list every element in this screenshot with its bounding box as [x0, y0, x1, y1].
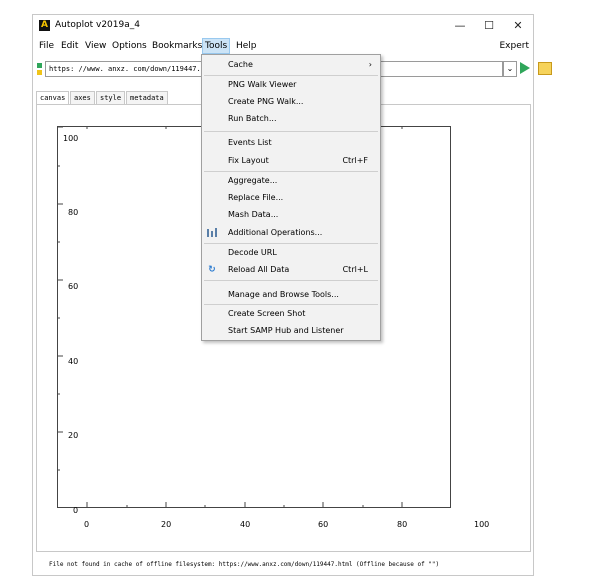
shortcut-label: Ctrl+F	[342, 156, 368, 165]
data-source-icon	[37, 63, 42, 75]
menu-item-label: Manage and Browse Tools...	[228, 290, 339, 299]
menu-item-label: Create PNG Walk...	[228, 97, 304, 106]
y-tick-label: 60	[68, 282, 79, 291]
menu-item-decode-url[interactable]: Decode URL	[202, 245, 380, 261]
menu-bar: File Edit View Options Bookmarks Tools H…	[33, 38, 533, 54]
menu-item-label: Aggregate...	[228, 176, 278, 185]
x-tick-label: 80	[397, 520, 408, 529]
title-bar: A Autoplot v2019a_4 — ☐ ✕	[33, 15, 533, 37]
y-tick-label: 40	[68, 357, 79, 366]
menu-item-additional-operations[interactable]: Additional Operations...	[202, 225, 380, 241]
menu-item-label: Cache	[228, 60, 253, 69]
menu-item-cache[interactable]: Cache ›	[202, 57, 380, 73]
url-history-dropdown[interactable]: ⌄	[503, 61, 517, 77]
status-bar: File not found in cache of offline files…	[49, 561, 440, 568]
y-tick-label: 20	[68, 431, 79, 440]
folder-open-icon[interactable]	[538, 62, 552, 75]
menu-item-manage-browse-tools[interactable]: Manage and Browse Tools...	[202, 287, 380, 303]
y-tick-label: 80	[68, 208, 79, 217]
menu-separator	[204, 280, 378, 281]
menu-item-label: Events List	[228, 138, 272, 147]
menu-bookmarks[interactable]: Bookmarks	[150, 39, 204, 53]
menu-item-run-batch[interactable]: Run Batch...	[202, 111, 380, 127]
maximize-button[interactable]: ☐	[480, 18, 498, 34]
x-tick-label: 40	[240, 520, 251, 529]
menu-item-create-screen-shot[interactable]: Create Screen Shot	[202, 306, 380, 322]
menu-file[interactable]: File	[37, 39, 56, 53]
submenu-arrow-icon: ›	[368, 60, 372, 69]
menu-item-label: Reload All Data	[228, 265, 290, 274]
operations-icon	[207, 228, 217, 238]
menu-separator	[204, 75, 378, 76]
menu-item-label: Decode URL	[228, 248, 277, 257]
x-tick-label: 60	[318, 520, 329, 529]
menu-tools[interactable]: Tools	[202, 38, 231, 54]
menu-separator	[204, 243, 378, 244]
y-tick-label: 100	[63, 134, 79, 143]
minimize-button[interactable]: —	[451, 18, 469, 34]
menu-item-label: Replace File...	[228, 193, 284, 202]
menu-item-label: Run Batch...	[228, 114, 277, 123]
tab-canvas[interactable]: canvas	[36, 91, 70, 104]
go-play-icon[interactable]	[520, 62, 530, 74]
x-tick-label: 20	[161, 520, 172, 529]
close-button[interactable]: ✕	[509, 18, 527, 34]
menu-help[interactable]: Help	[234, 39, 259, 53]
menu-item-replace-file[interactable]: Replace File...	[202, 190, 380, 206]
menu-separator	[204, 171, 378, 172]
x-tick-label: 0	[84, 520, 90, 529]
menu-item-reload-all-data[interactable]: ↻ Reload All Data Ctrl+L	[202, 262, 380, 278]
tools-menu: Cache › PNG Walk Viewer Create PNG Walk.…	[201, 54, 381, 341]
menu-item-events-list[interactable]: Events List	[202, 135, 380, 151]
menu-edit[interactable]: Edit	[59, 39, 80, 53]
menu-separator	[204, 131, 378, 132]
menu-item-png-walk-viewer[interactable]: PNG Walk Viewer	[202, 77, 380, 93]
menu-item-label: Start SAMP Hub and Listener	[228, 326, 344, 335]
x-tick-label: 100	[474, 520, 490, 529]
expert-toggle[interactable]: Expert	[500, 39, 530, 53]
menu-item-fix-layout[interactable]: Fix Layout Ctrl+F	[202, 153, 380, 169]
reload-icon: ↻	[208, 265, 216, 275]
menu-item-label: Fix Layout	[228, 156, 269, 165]
tab-axes[interactable]: axes	[70, 91, 95, 104]
y-tick-label: 0	[73, 506, 79, 515]
menu-item-mash-data[interactable]: Mash Data...	[202, 207, 380, 223]
menu-item-label: Additional Operations...	[228, 228, 323, 237]
tab-metadata[interactable]: metadata	[126, 91, 168, 104]
menu-item-label: Create Screen Shot	[228, 309, 306, 318]
menu-separator	[204, 304, 378, 305]
autoplot-logo-icon: A	[39, 20, 50, 31]
menu-item-start-samp-hub[interactable]: Start SAMP Hub and Listener	[202, 323, 380, 339]
menu-item-create-png-walk[interactable]: Create PNG Walk...	[202, 94, 380, 110]
menu-item-label: Mash Data...	[228, 210, 279, 219]
menu-item-aggregate[interactable]: Aggregate...	[202, 173, 380, 189]
menu-view[interactable]: View	[83, 39, 108, 53]
window-title: Autoplot v2019a_4	[55, 20, 140, 30]
tab-style[interactable]: style	[96, 91, 126, 104]
shortcut-label: Ctrl+L	[342, 265, 368, 274]
menu-options[interactable]: Options	[110, 39, 149, 53]
menu-item-label: PNG Walk Viewer	[228, 80, 297, 89]
